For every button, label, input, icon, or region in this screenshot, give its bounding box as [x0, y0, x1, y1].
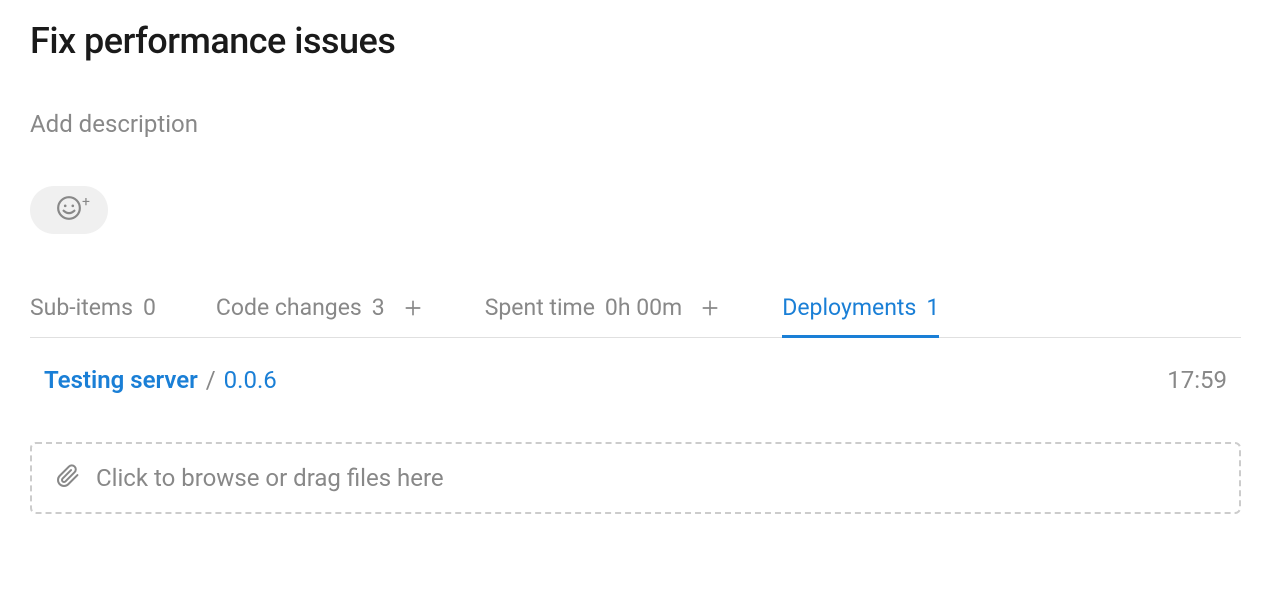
- paperclip-icon: [56, 464, 80, 492]
- deployment-info: Testing server / 0.0.6: [44, 366, 277, 394]
- tab-label: Deployments: [782, 294, 916, 321]
- plus-icon: +: [82, 194, 90, 210]
- deployment-time: 17:59: [1167, 366, 1227, 394]
- tab-label: Sub-items: [30, 294, 133, 321]
- tab-deployments[interactable]: Deployments 1: [782, 294, 939, 337]
- tab-count: 1: [926, 294, 939, 321]
- deployment-server-link[interactable]: Testing server: [44, 366, 198, 394]
- tab-label: Code changes: [216, 294, 362, 321]
- smiley-icon: [56, 195, 82, 225]
- deployment-row: Testing server / 0.0.6 17:59: [30, 338, 1241, 410]
- description-field[interactable]: Add description: [30, 110, 1241, 138]
- separator: /: [206, 366, 216, 394]
- tabs-bar: Sub-items 0 Code changes 3 Spent time 0h…: [30, 294, 1241, 338]
- issue-title[interactable]: Fix performance issues: [30, 20, 1241, 62]
- file-drop-text: Click to browse or drag files here: [96, 464, 444, 492]
- tab-spent-time[interactable]: Spent time 0h 00m: [485, 294, 723, 337]
- tab-sub-items[interactable]: Sub-items 0: [30, 294, 156, 337]
- tab-count: 3: [372, 294, 385, 321]
- file-drop-zone[interactable]: Click to browse or drag files here: [30, 442, 1241, 514]
- tab-label: Spent time: [485, 294, 595, 321]
- tab-code-changes[interactable]: Code changes 3: [216, 294, 425, 337]
- deployment-version-link[interactable]: 0.0.6: [224, 366, 277, 394]
- add-spent-time-button[interactable]: [698, 296, 722, 320]
- add-reaction-button[interactable]: +: [30, 186, 108, 234]
- tab-value: 0h 00m: [605, 294, 682, 321]
- add-code-change-button[interactable]: [401, 296, 425, 320]
- tab-count: 0: [143, 294, 156, 321]
